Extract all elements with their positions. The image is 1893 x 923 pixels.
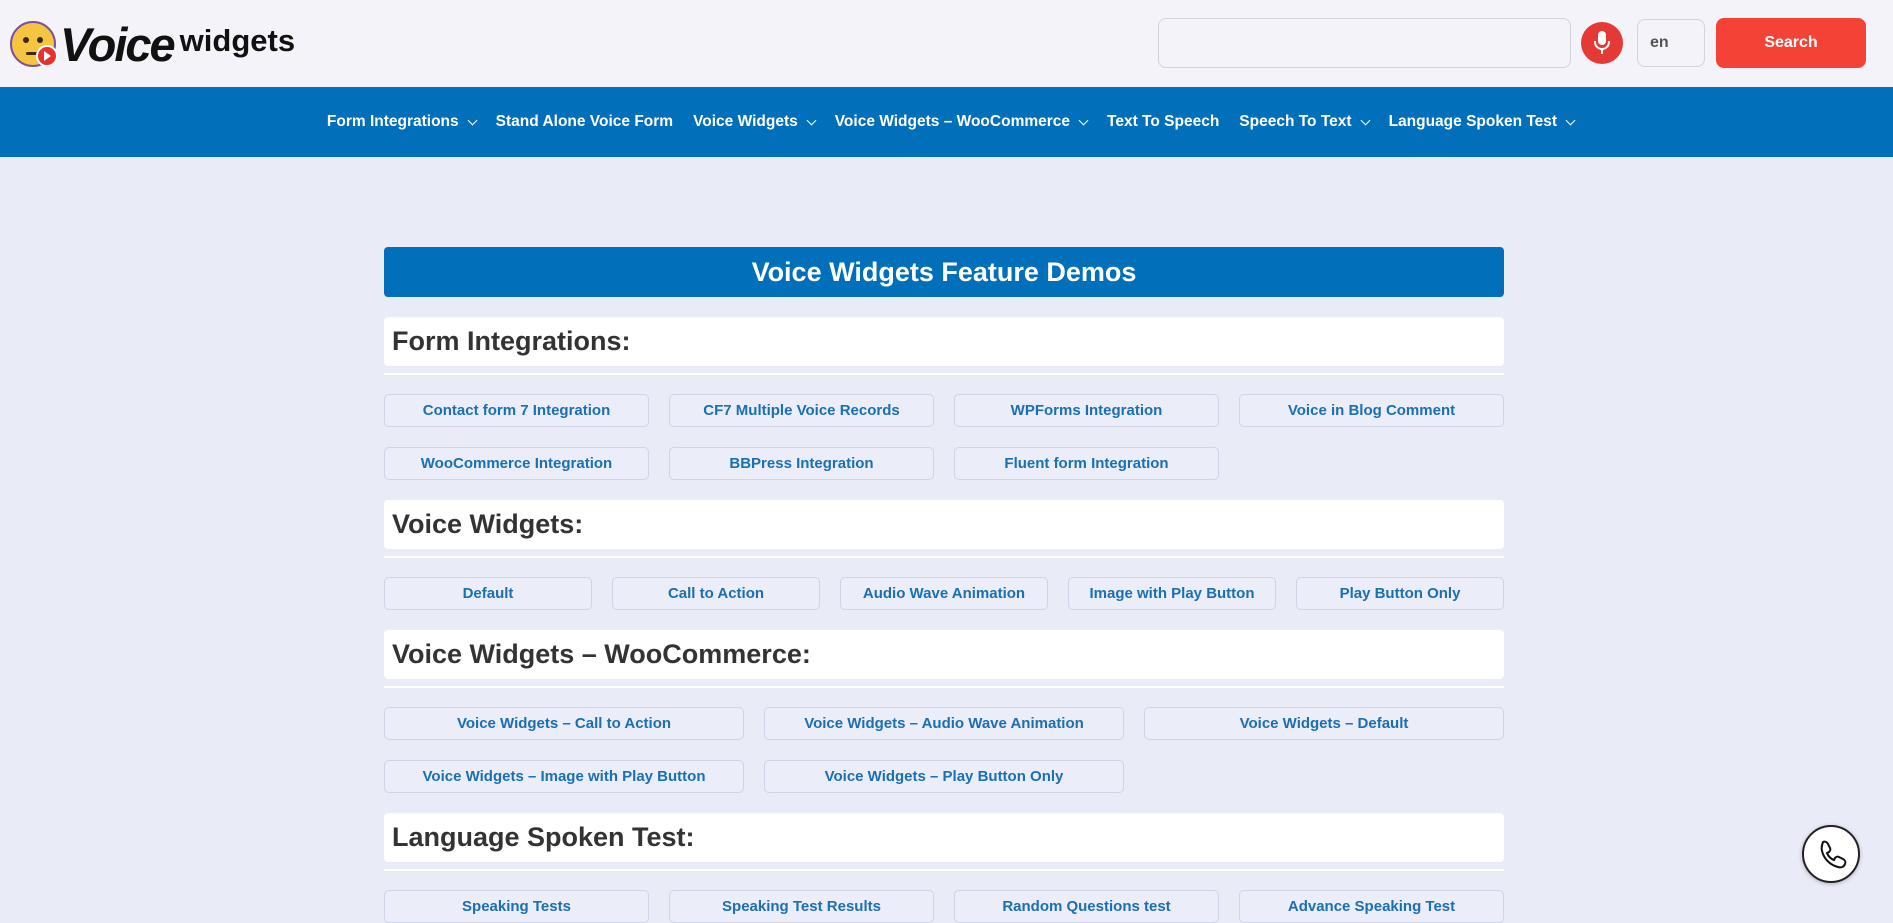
demo-button-fluent-form[interactable]: Fluent form Integration (954, 447, 1219, 480)
chevron-down-icon (806, 115, 817, 125)
logo-text-voice: Voice (60, 17, 176, 71)
demo-button-voice-in-blog-comment[interactable]: Voice in Blog Comment (1239, 394, 1504, 427)
site-header: Voice widgets en Search (0, 0, 1893, 87)
language-test-buttons: Speaking Tests Speaking Test Results Ran… (384, 890, 1504, 923)
voice-widgets-buttons: Default Call to Action Audio Wave Animat… (384, 577, 1504, 610)
nav-item-speech-to-text[interactable]: Speech To Text (1239, 113, 1371, 131)
thinking-face-play-icon (10, 21, 58, 67)
language-select[interactable]: en (1637, 19, 1705, 67)
nav-item-label: Text To Speech (1107, 113, 1220, 130)
nav-item-language-spoken-test[interactable]: Language Spoken Test (1388, 113, 1576, 131)
demo-button-speaking-test-results[interactable]: Speaking Test Results (669, 890, 934, 923)
search-button[interactable]: Search (1716, 18, 1866, 68)
nav-item-label: Form Integrations (326, 113, 459, 130)
nav-item-form-integrations[interactable]: Form Integrations (326, 113, 478, 131)
demo-button-bbpress[interactable]: BBPress Integration (669, 447, 934, 480)
demo-button-woo-default[interactable]: Voice Widgets – Default (1144, 707, 1504, 740)
section-heading-voice-widgets: Voice Widgets: (384, 500, 1504, 549)
nav-item-label: Stand Alone Voice Form (495, 113, 674, 130)
demo-button-woo-call-to-action[interactable]: Voice Widgets – Call to Action (384, 707, 744, 740)
demo-button-woocommerce[interactable]: WooCommerce Integration (384, 447, 649, 480)
demo-button-play-button-only[interactable]: Play Button Only (1296, 577, 1504, 610)
demo-button-advance-speaking-test[interactable]: Advance Speaking Test (1239, 890, 1504, 923)
nav-item-stand-alone-voice-form[interactable]: Stand Alone Voice Form (496, 113, 673, 131)
nav-item-label: Voice Widgets – WooCommerce (834, 113, 1071, 130)
nav-item-label: Language Spoken Test (1388, 113, 1558, 130)
nav-item-voice-widgets[interactable]: Voice Widgets (693, 113, 817, 131)
nav-item-text-to-speech[interactable]: Text To Speech (1107, 113, 1219, 131)
demo-button-woo-audio-wave-animation[interactable]: Voice Widgets – Audio Wave Animation (764, 707, 1124, 740)
demo-button-wpforms[interactable]: WPForms Integration (954, 394, 1219, 427)
demo-button-call-to-action[interactable]: Call to Action (612, 577, 820, 610)
voice-search-button[interactable] (1581, 22, 1623, 64)
section-heading-language-spoken-test: Language Spoken Test: (384, 813, 1504, 862)
microphone-icon (1594, 31, 1610, 54)
main-content: Voice Widgets Feature Demos Form Integra… (384, 247, 1504, 923)
demo-button-default[interactable]: Default (384, 577, 592, 610)
demo-button-audio-wave-animation[interactable]: Audio Wave Animation (840, 577, 1048, 610)
demo-button-random-questions-test[interactable]: Random Questions test (954, 890, 1219, 923)
search-input[interactable] (1158, 18, 1571, 68)
site-logo[interactable]: Voice widgets (10, 18, 295, 70)
logo-text-widgets: widgets (179, 22, 296, 58)
demo-button-cf7-multiple-voice-records[interactable]: CF7 Multiple Voice Records (669, 394, 934, 427)
demo-button-woo-play-button-only[interactable]: Voice Widgets – Play Button Only (764, 760, 1124, 793)
section-heading-form-integrations: Form Integrations: (384, 317, 1504, 366)
nav-item-voice-widgets-woocommerce[interactable]: Voice Widgets – WooCommerce (834, 113, 1089, 131)
section-heading-voice-widgets-woocommerce: Voice Widgets – WooCommerce: (384, 630, 1504, 679)
demo-button-contact-form-7[interactable]: Contact form 7 Integration (384, 394, 649, 427)
phone-icon (1820, 840, 1847, 869)
nav-item-label: Speech To Text (1239, 113, 1352, 130)
chevron-down-icon (1078, 115, 1089, 125)
chevron-down-icon (1565, 115, 1576, 125)
demo-button-woo-image-with-play-button[interactable]: Voice Widgets – Image with Play Button (384, 760, 744, 793)
form-integrations-buttons: Contact form 7 Integration CF7 Multiple … (384, 394, 1504, 480)
demo-button-image-with-play-button[interactable]: Image with Play Button (1068, 577, 1276, 610)
chevron-down-icon (1360, 115, 1371, 125)
chevron-down-icon (467, 115, 478, 125)
nav-item-label: Voice Widgets (693, 113, 798, 130)
woocommerce-widgets-buttons: Voice Widgets – Call to Action Voice Wid… (384, 707, 1504, 793)
nav-list: Form Integrations Stand Alone Voice Form… (0, 87, 1893, 157)
phone-call-button[interactable] (1802, 825, 1860, 883)
main-nav: Form Integrations Stand Alone Voice Form… (0, 87, 1893, 157)
page-title-banner: Voice Widgets Feature Demos (384, 247, 1504, 297)
demo-button-speaking-tests[interactable]: Speaking Tests (384, 890, 649, 923)
